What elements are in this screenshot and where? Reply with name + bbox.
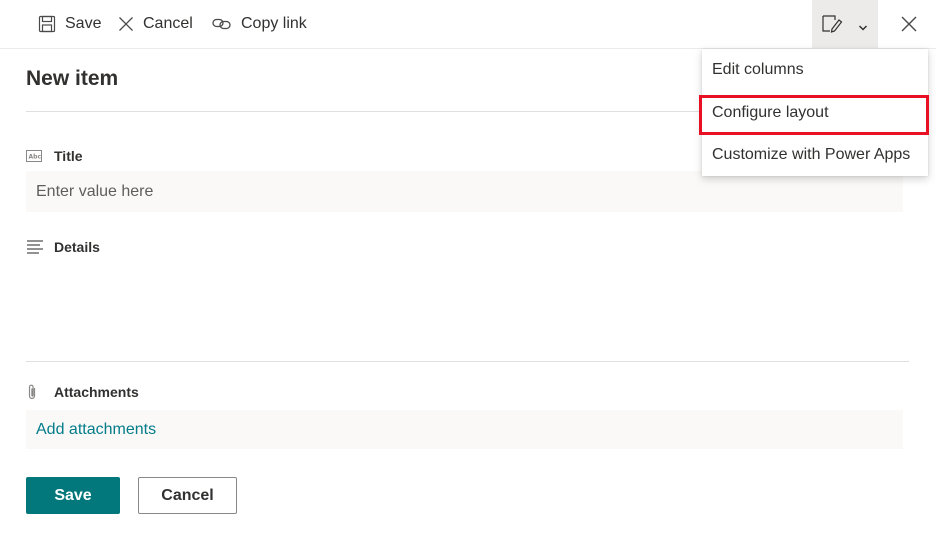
attachments-label-text: Attachments (54, 384, 139, 400)
command-bar: Save Cancel Copy link (0, 0, 936, 49)
cancel-icon (118, 16, 134, 32)
edit-form-icon (821, 12, 843, 39)
cancel-command-label: Cancel (143, 15, 193, 32)
menu-item-configure-layout[interactable]: Configure layout (702, 93, 928, 133)
title-divider (26, 111, 700, 112)
edit-form-menu: Edit columns Configure layout Customize … (702, 49, 928, 176)
title-input[interactable] (26, 171, 903, 212)
close-button[interactable] (898, 13, 920, 35)
save-command-button[interactable]: Save (38, 0, 101, 48)
copy-link-button[interactable]: Copy link (212, 0, 307, 48)
link-icon (212, 17, 232, 31)
cancel-command-button[interactable]: Cancel (118, 0, 193, 48)
copy-link-label: Copy link (241, 15, 307, 32)
page-title: New item (26, 67, 119, 90)
menu-item-edit-columns[interactable]: Edit columns (702, 50, 928, 90)
save-button[interactable]: Save (26, 477, 120, 514)
details-field-label: Details (26, 237, 100, 257)
multiline-text-icon (26, 239, 46, 255)
menu-item-customize-power-apps[interactable]: Customize with Power Apps (702, 135, 928, 175)
add-attachments-link[interactable]: Add attachments (36, 421, 156, 439)
svg-text:Abc: Abc (29, 154, 42, 161)
save-command-label: Save (65, 15, 102, 32)
cancel-button[interactable]: Cancel (138, 477, 237, 514)
chevron-down-icon (858, 19, 868, 37)
text-field-icon: Abc (26, 150, 46, 162)
title-field-label: Abc Title (26, 146, 83, 166)
details-divider (26, 361, 909, 362)
attachments-field-label: Attachments (26, 382, 139, 402)
close-icon (898, 16, 920, 39)
details-label-text: Details (54, 239, 100, 255)
attachments-box: Add attachments (26, 410, 903, 449)
save-icon (38, 15, 56, 33)
edit-form-button[interactable] (812, 0, 878, 49)
paperclip-icon (26, 383, 46, 401)
title-label-text: Title (54, 148, 83, 164)
